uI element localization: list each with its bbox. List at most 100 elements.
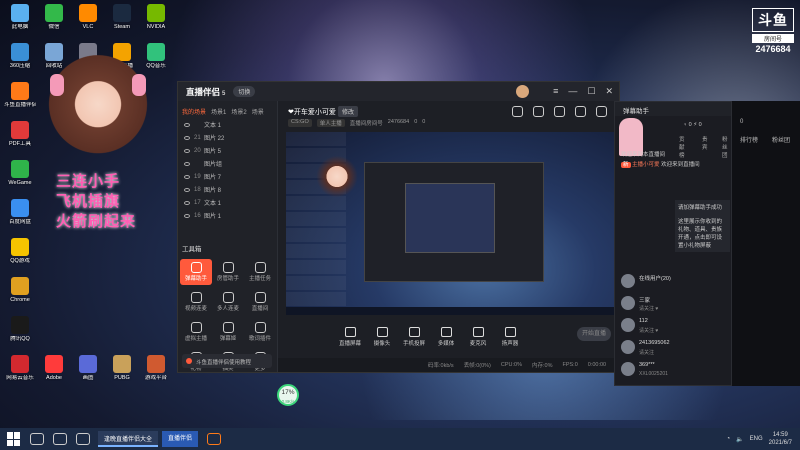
app-brand: 直播伴侣 5 [186, 86, 226, 97]
control-button[interactable]: 多媒体 [434, 327, 458, 347]
settings-icon[interactable] [596, 106, 607, 117]
control-button[interactable]: 摄像头 [370, 327, 394, 347]
record-icon[interactable] [554, 106, 565, 117]
desktop-icon[interactable]: 此电脑 [4, 4, 36, 42]
promo-line: 三连小手 [56, 173, 121, 190]
share-icon[interactable] [533, 106, 544, 117]
source-item[interactable]: 16 图片 1 [178, 209, 277, 222]
tutorial-notice[interactable]: 斗鱼直播伴侣使用教程 [182, 354, 272, 368]
eye-icon[interactable] [184, 135, 190, 140]
control-button[interactable]: 手机投屏 [402, 327, 426, 347]
taskbar-app[interactable]: 逢晚直播伴侣大全 [98, 431, 159, 447]
language-indicator[interactable]: ENG [750, 436, 763, 442]
taskview-icon[interactable] [53, 433, 67, 445]
source-item[interactable]: 18 图片 8 [178, 183, 277, 196]
close-icon[interactable]: ✕ [605, 86, 613, 97]
desktop-icon[interactable]: WeGame [4, 160, 36, 198]
desktop-icon[interactable]: 画图 [72, 355, 104, 393]
source-item[interactable]: 19 图片 7 [178, 170, 277, 183]
control-button[interactable]: 直播屏幕 [338, 327, 362, 347]
desktop-icon[interactable]: NVIDIA [140, 4, 172, 42]
speed-value: 17% [281, 389, 295, 396]
desktop-icon[interactable]: Adobe [38, 355, 70, 393]
network-speed-meter[interactable]: 17% 0.8K/s [277, 384, 299, 406]
tool-button[interactable]: 弹幕姬 [212, 319, 244, 345]
source-item[interactable]: 20 图片 5 [178, 144, 277, 157]
desktop-icon[interactable]: 百度网盘 [4, 199, 36, 237]
source-item[interactable]: 17 文本 1 [178, 196, 277, 209]
danmaku-tab[interactable]: 粉丝团 [722, 135, 731, 159]
desktop-icon[interactable]: 网易云音乐 [4, 355, 36, 393]
speed-rate: 0.8K/s [281, 399, 295, 404]
tool-button[interactable]: 视频连麦 [180, 289, 212, 315]
edit-title-button[interactable]: 修改 [338, 106, 359, 117]
panel-tab[interactable]: 排行榜 [740, 135, 758, 144]
desktop-icon[interactable]: QQ游戏 [4, 238, 36, 276]
eye-icon[interactable] [184, 213, 190, 218]
user-item[interactable]: 三家 请关注 ♥ [619, 294, 729, 316]
tool-button[interactable]: 多人连麦 [212, 289, 244, 315]
danmaku-tab[interactable]: 贡献榜 [679, 135, 688, 159]
switch-button[interactable]: 切换 [233, 86, 256, 97]
desktop-icon[interactable]: VLC [72, 4, 104, 42]
taskbar-app[interactable]: 直播伴侣 [162, 431, 199, 447]
source-item[interactable]: 文本 1 [178, 118, 277, 131]
control-button[interactable]: 麦克风 [466, 327, 490, 347]
wifi-icon[interactable]: ◔ [727, 436, 731, 442]
danmaku-tabs: 贡献榜 贵宾 粉丝团 [679, 135, 731, 159]
panel-tab[interactable]: 粉丝团 [772, 135, 790, 144]
eye-icon[interactable] [184, 200, 190, 205]
eye-icon[interactable] [184, 148, 190, 153]
desktop-icon[interactable]: 微信 [38, 4, 70, 42]
desktop-icon[interactable]: Steam [106, 4, 138, 42]
volume-icon[interactable]: 🔈 [736, 436, 743, 443]
control-button[interactable]: 扬声器 [498, 327, 522, 347]
desktop-icon-label: 腾讯QQ [10, 336, 30, 342]
user-name: 112 [639, 318, 648, 324]
tool-button[interactable]: 虚拟主播 [180, 319, 212, 345]
user-item[interactable]: 在线用户(20) [619, 272, 729, 294]
search-icon[interactable] [30, 433, 44, 445]
tool-icon [222, 322, 234, 333]
user-item[interactable]: 2413695062 请关注 [619, 338, 729, 360]
scene-tab[interactable]: 场景2 [231, 107, 246, 116]
gift-icon[interactable] [512, 106, 523, 117]
desktop-icon[interactable]: 游戏平台 [140, 355, 172, 393]
desktop-icon[interactable]: 360压缩 [4, 43, 36, 81]
desktop-icon[interactable]: Chrome [4, 277, 36, 315]
explorer-icon[interactable] [76, 433, 90, 445]
eye-icon[interactable] [184, 187, 190, 192]
app-icon[interactable] [207, 433, 222, 445]
user-item[interactable]: 369*** XXL0025201 [619, 360, 729, 382]
tool-button[interactable]: 弹幕助手 [180, 259, 212, 285]
scene-tab[interactable]: 我的场景 [182, 107, 206, 116]
scene-tab[interactable]: 场景 [252, 107, 264, 116]
start-icon[interactable] [7, 432, 21, 446]
tool-button[interactable]: 歌词插件 [244, 319, 276, 345]
desktop-icon[interactable]: 斗鱼直播伴侣 [4, 82, 36, 120]
clock[interactable]: 14:59 2021/6/7 [769, 431, 792, 447]
eye-icon[interactable] [184, 122, 190, 127]
menu-icon[interactable]: ≡ [553, 86, 558, 97]
tool-button[interactable]: 房管助手 [212, 259, 244, 285]
maximize-icon[interactable]: ☐ [587, 86, 595, 97]
user-item[interactable]: 112 请关注 ♥ [619, 316, 729, 338]
preview-vtuber [316, 154, 358, 204]
scene-tab[interactable]: 场景1 [211, 107, 226, 116]
eye-icon[interactable] [184, 161, 190, 166]
desktop-icon[interactable]: 腾讯QQ [4, 316, 36, 354]
danmaku-tab[interactable]: 贵宾 [702, 135, 708, 159]
desktop-icon[interactable]: PUBG [106, 355, 138, 393]
desktop-icon[interactable]: QQ音乐 [140, 43, 172, 81]
minimize-icon[interactable]: — [568, 86, 577, 97]
avatar[interactable] [516, 85, 529, 98]
screenshot-icon[interactable] [575, 106, 586, 117]
panel-count: 0 [740, 119, 744, 125]
source-item[interactable]: 图片组 [178, 157, 277, 170]
start-live-button[interactable]: 开始直播 [577, 327, 611, 341]
tool-button[interactable]: 主播任务 [244, 259, 276, 285]
eye-icon[interactable] [184, 174, 190, 179]
desktop-icon[interactable]: PDF工具 [4, 121, 36, 159]
tool-button[interactable]: 直播间 [244, 289, 276, 315]
source-item[interactable]: 21 图片 22 [178, 131, 277, 144]
